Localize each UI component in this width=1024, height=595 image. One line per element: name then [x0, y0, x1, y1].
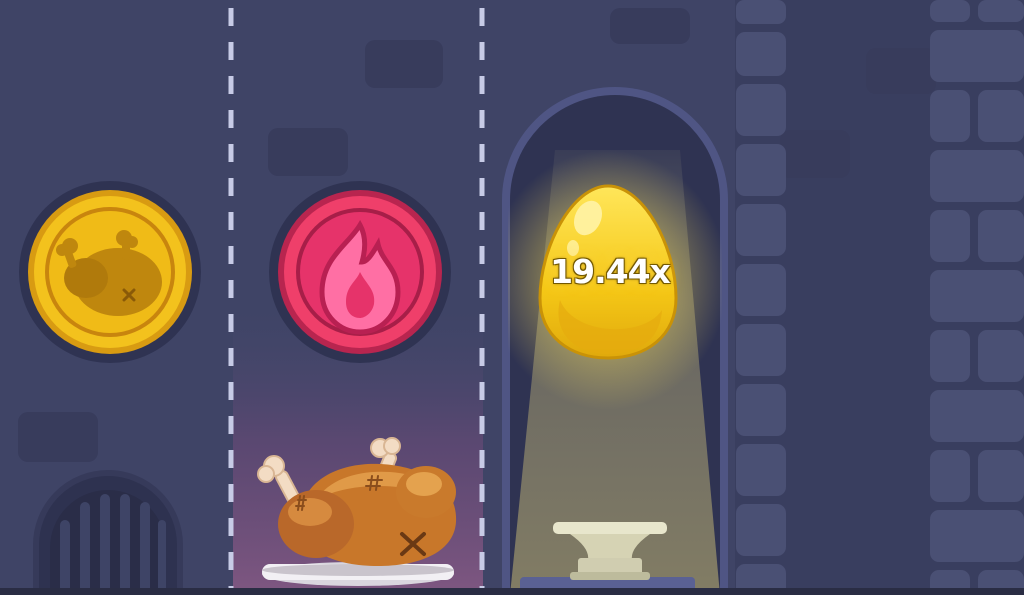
chicken-coin[interactable]	[19, 181, 201, 363]
sewer-grate	[33, 470, 183, 595]
brick-column-left	[736, 0, 786, 595]
ground	[0, 588, 1024, 595]
game-scene	[0, 0, 1024, 595]
fire-coin[interactable]	[269, 181, 451, 363]
